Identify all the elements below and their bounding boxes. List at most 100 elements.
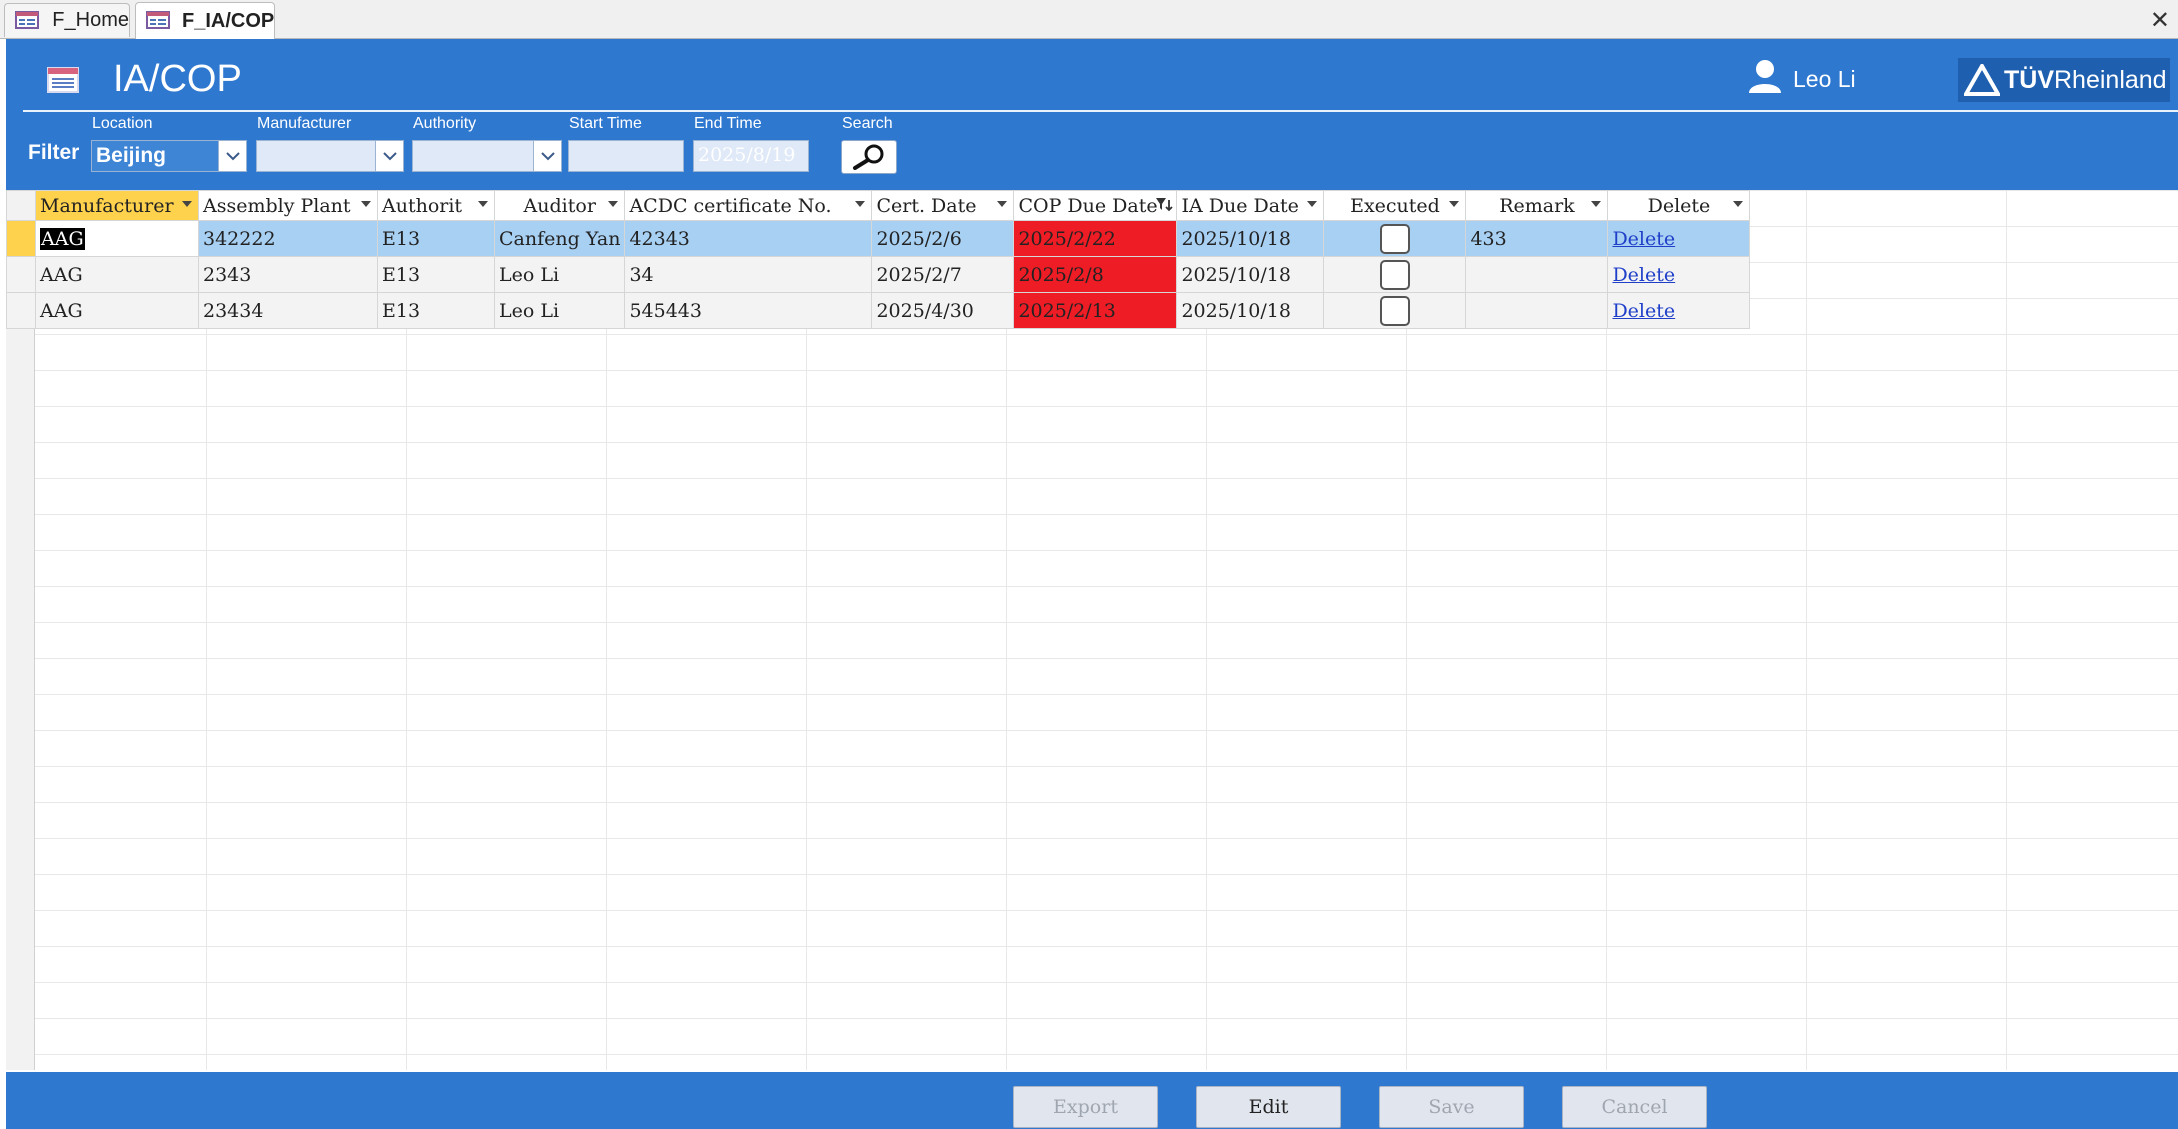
chevron-down-icon[interactable] xyxy=(478,201,488,207)
chevron-down-icon[interactable] xyxy=(375,141,403,171)
cell-auditor[interactable]: Leo Li xyxy=(493,292,626,329)
chevron-down-icon[interactable] xyxy=(218,141,246,171)
cell-assembly-plant[interactable]: 2343 xyxy=(198,256,378,293)
cell-cert-date[interactable]: 2025/4/30 xyxy=(871,292,1015,329)
cell-assembly-plant[interactable]: 342222 xyxy=(198,220,378,257)
authority-combo[interactable] xyxy=(412,140,562,172)
search-icon xyxy=(853,144,884,170)
cell-ia-due-date[interactable]: 2025/10/18 xyxy=(1176,292,1325,329)
header-row: Manufacturer Assembly Plant Authorit Aud… xyxy=(6,190,1751,221)
record-selector[interactable] xyxy=(6,220,36,257)
chevron-down-icon[interactable] xyxy=(1591,201,1602,207)
column-header-manufacturer[interactable]: Manufacturer xyxy=(35,190,199,221)
delete-link[interactable]: Delete xyxy=(1612,300,1675,322)
column-header-acdc-certificate[interactable]: ACDC certificate No. xyxy=(624,190,873,221)
cell-manufacturer[interactable]: AAG xyxy=(35,292,199,329)
chevron-down-icon[interactable] xyxy=(608,201,619,207)
cell-acdc-certificate[interactable]: 34 xyxy=(624,256,873,293)
cancel-button[interactable]: Cancel xyxy=(1562,1086,1707,1128)
column-header-cop-due-date[interactable]: COP Due Date xyxy=(1013,190,1178,221)
cell-authority[interactable]: E13 xyxy=(377,220,495,257)
cell-acdc-certificate[interactable]: 42343 xyxy=(624,220,873,257)
column-header-auditor[interactable]: Auditor xyxy=(493,190,626,221)
cell-delete: Delete xyxy=(1607,256,1751,293)
tab-f-ia-cop[interactable]: F_IA/COP xyxy=(135,2,275,39)
tab-label: F_Home xyxy=(52,9,129,31)
column-header-executed[interactable]: Executed xyxy=(1323,190,1467,221)
executed-checkbox[interactable] xyxy=(1379,295,1410,326)
header-divider xyxy=(23,110,2178,112)
form-header: IA/COP Leo Li TÜV Rheinland Filter Locati… xyxy=(6,39,2178,190)
cell-executed xyxy=(1323,220,1467,257)
column-header-remark[interactable]: Remark xyxy=(1465,190,1609,221)
chevron-down-icon[interactable] xyxy=(1733,201,1744,207)
edit-button[interactable]: Edit xyxy=(1196,1086,1341,1128)
select-all-corner[interactable] xyxy=(6,190,36,221)
end-time-input[interactable]: 2025/8/19 xyxy=(693,140,809,172)
manufacturer-combo[interactable] xyxy=(256,140,404,172)
chevron-down-icon[interactable] xyxy=(855,201,866,207)
cell-remark[interactable] xyxy=(1465,292,1609,329)
location-combo[interactable]: Beijing xyxy=(91,140,247,172)
cell-auditor[interactable]: Canfeng Yan xyxy=(493,220,626,257)
filter-label: Filter xyxy=(28,141,80,164)
record-selector[interactable] xyxy=(6,256,36,293)
filter-icon[interactable] xyxy=(1154,195,1174,215)
tab-f-home[interactable]: F_Home xyxy=(4,3,130,37)
column-header-cert-date[interactable]: Cert. Date xyxy=(871,190,1015,221)
tab-label: F_IA/COP xyxy=(182,9,275,32)
close-icon[interactable]: ✕ xyxy=(2150,6,2170,35)
column-header-delete[interactable]: Delete xyxy=(1607,190,1751,221)
column-header-ia-due-date[interactable]: IA Due Date xyxy=(1176,190,1325,221)
table-row[interactable]: AAG 342222 E13 Canfeng Yan 42343 2025/2/… xyxy=(6,220,1751,257)
form-footer: Export Edit Save Cancel xyxy=(6,1072,2178,1129)
cell-cert-date[interactable]: 2025/2/6 xyxy=(871,220,1015,257)
table-row[interactable]: AAG 2343 E13 Leo Li 34 2025/2/7 2025/2/8… xyxy=(6,256,1751,293)
form-icon xyxy=(47,67,79,98)
form-icon xyxy=(146,11,170,31)
cell-remark[interactable]: 433 xyxy=(1465,220,1609,257)
cell-cop-due-date[interactable]: 2025/2/13 xyxy=(1013,292,1178,329)
cell-remark[interactable] xyxy=(1465,256,1609,293)
column-header-assembly-plant[interactable]: Assembly Plant xyxy=(198,190,378,221)
search-label: Search xyxy=(842,115,893,132)
cell-cop-due-date[interactable]: 2025/2/8 xyxy=(1013,256,1178,293)
cell-auditor[interactable]: Leo Li xyxy=(493,256,626,293)
chevron-down-icon[interactable] xyxy=(182,201,192,207)
chevron-down-icon[interactable] xyxy=(361,201,371,207)
cell-cop-due-date[interactable]: 2025/2/22 xyxy=(1013,220,1178,257)
user-icon xyxy=(1746,57,1784,100)
delete-link[interactable]: Delete xyxy=(1612,264,1675,286)
cell-manufacturer[interactable]: AAG xyxy=(35,256,199,293)
start-time-input[interactable] xyxy=(568,140,684,172)
chevron-down-icon[interactable] xyxy=(997,201,1008,207)
cell-delete: Delete xyxy=(1607,220,1751,257)
save-button[interactable]: Save xyxy=(1379,1086,1524,1128)
cell-authority[interactable]: E13 xyxy=(377,292,495,329)
end-time-label: End Time xyxy=(694,115,762,132)
record-selector[interactable] xyxy=(6,292,36,329)
cell-authority[interactable]: E13 xyxy=(377,256,495,293)
cell-ia-due-date[interactable]: 2025/10/18 xyxy=(1176,256,1325,293)
location-label: Location xyxy=(92,115,153,132)
column-header-authority[interactable]: Authorit xyxy=(377,190,495,221)
export-button[interactable]: Export xyxy=(1013,1086,1158,1128)
search-button[interactable] xyxy=(841,140,897,174)
chevron-down-icon[interactable] xyxy=(1449,201,1460,207)
chevron-down-icon[interactable] xyxy=(1307,201,1318,207)
cell-cert-date[interactable]: 2025/2/7 xyxy=(871,256,1015,293)
datasheet: Manufacturer Assembly Plant Authorit Aud… xyxy=(6,190,2178,1070)
page-title: IA/COP xyxy=(113,58,242,100)
executed-checkbox[interactable] xyxy=(1379,259,1410,290)
cell-acdc-certificate[interactable]: 545443 xyxy=(624,292,873,329)
table-row[interactable]: AAG 23434 E13 Leo Li 545443 2025/4/30 20… xyxy=(6,292,1751,329)
cell-executed xyxy=(1323,292,1467,329)
executed-checkbox[interactable] xyxy=(1379,223,1410,254)
cell-manufacturer[interactable]: AAG xyxy=(35,220,199,257)
cell-ia-due-date[interactable]: 2025/10/18 xyxy=(1176,220,1325,257)
cell-executed xyxy=(1323,256,1467,293)
cell-assembly-plant[interactable]: 23434 xyxy=(198,292,378,329)
start-time-label: Start Time xyxy=(569,115,642,132)
delete-link[interactable]: Delete xyxy=(1612,228,1675,250)
chevron-down-icon[interactable] xyxy=(533,141,561,171)
